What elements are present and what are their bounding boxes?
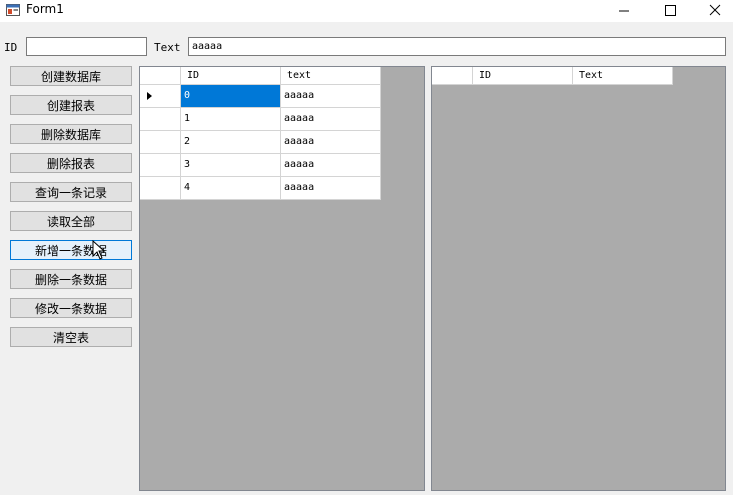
delete-table-button[interactable]: 删除报表 <box>10 153 132 173</box>
column-header-text[interactable]: text <box>281 67 381 85</box>
column-header-id[interactable]: ID <box>181 67 281 85</box>
mouse-cursor-icon <box>92 240 106 260</box>
minimize-icon[interactable] <box>600 0 646 22</box>
current-row-arrow-icon <box>147 92 152 100</box>
add-record-button[interactable]: 新增一条数据 <box>10 240 132 260</box>
query-record-button[interactable]: 查询一条记录 <box>10 182 132 202</box>
table-cell[interactable]: aaaaa <box>281 177 381 200</box>
table-cell[interactable]: aaaaa <box>281 108 381 131</box>
text-label: Text <box>154 41 181 54</box>
maximize-icon[interactable] <box>646 0 692 22</box>
delete-record-button[interactable]: 删除一条数据 <box>10 269 132 289</box>
row-header[interactable] <box>140 154 181 177</box>
app-icon <box>6 4 20 16</box>
title-bar: Form1 <box>0 0 733 22</box>
row-header[interactable] <box>140 108 181 131</box>
id-label: ID <box>4 41 18 54</box>
update-record-button[interactable]: 修改一条数据 <box>10 298 132 318</box>
row-header[interactable] <box>140 85 181 108</box>
table-row[interactable]: 0 aaaaa <box>140 85 381 108</box>
table-cell[interactable]: 4 <box>181 177 281 200</box>
table-cell[interactable]: aaaaa <box>281 154 381 177</box>
table-row[interactable]: 2 aaaaa <box>140 131 381 154</box>
column-header-text[interactable]: Text <box>573 67 673 85</box>
table-cell[interactable]: aaaaa <box>281 131 381 154</box>
window-title: Form1 <box>26 2 64 16</box>
close-icon[interactable] <box>691 0 733 22</box>
table-cell[interactable]: 2 <box>181 131 281 154</box>
table-cell[interactable]: 0 <box>181 85 281 108</box>
table-cell[interactable]: aaaaa <box>281 85 381 108</box>
delete-database-button[interactable]: 删除数据库 <box>10 124 132 144</box>
row-header-corner[interactable] <box>432 67 473 85</box>
text-input[interactable]: aaaaa <box>188 37 726 56</box>
table-cell[interactable]: 3 <box>181 154 281 177</box>
grid-header-row: ID Text <box>432 67 673 85</box>
id-input[interactable] <box>26 37 147 56</box>
create-database-button[interactable]: 创建数据库 <box>10 66 132 86</box>
row-header-corner[interactable] <box>140 67 181 85</box>
data-grid-right[interactable]: ID Text <box>431 66 726 491</box>
row-header[interactable] <box>140 131 181 154</box>
table-row[interactable]: 1 aaaaa <box>140 108 381 131</box>
column-header-id[interactable]: ID <box>473 67 573 85</box>
clear-table-button[interactable]: 清空表 <box>10 327 132 347</box>
read-all-button[interactable]: 读取全部 <box>10 211 132 231</box>
table-cell[interactable]: 1 <box>181 108 281 131</box>
table-row[interactable]: 4 aaaaa <box>140 177 381 200</box>
table-row[interactable]: 3 aaaaa <box>140 154 381 177</box>
data-grid-left[interactable]: ID text 0 aaaaa 1 aaaaa 2 aaaaa 3 aaaaa … <box>139 66 425 491</box>
grid-header-row: ID text <box>140 67 381 85</box>
create-table-button[interactable]: 创建报表 <box>10 95 132 115</box>
row-header[interactable] <box>140 177 181 200</box>
